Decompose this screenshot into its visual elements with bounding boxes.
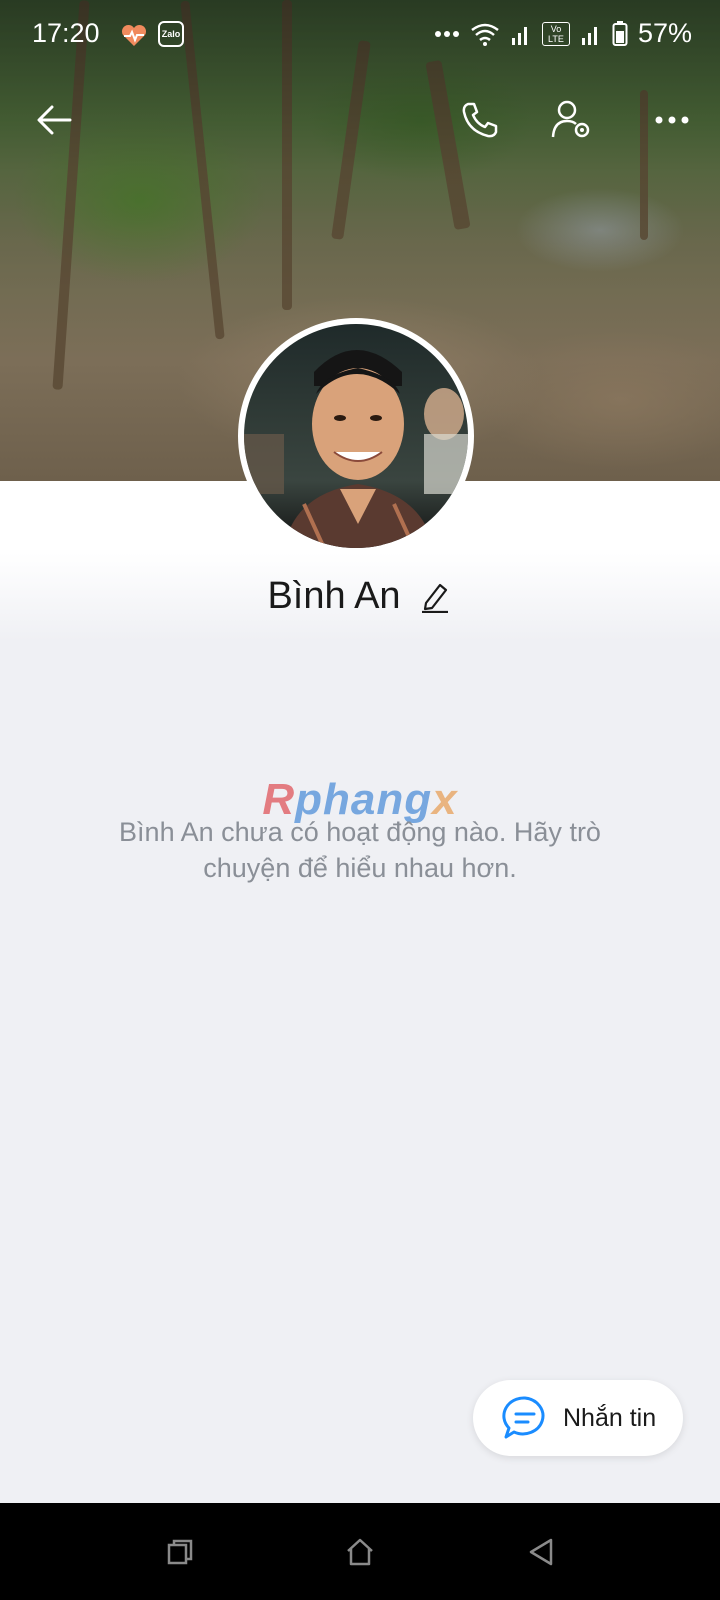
wifi-icon xyxy=(471,23,499,46)
battery-icon xyxy=(612,20,628,46)
signal-icon xyxy=(511,26,527,45)
send-message-label: Nhắn tin xyxy=(563,1403,657,1432)
cover-tree-trunk xyxy=(640,90,648,240)
avatar-photo xyxy=(244,324,468,548)
profile-name: Bình An xyxy=(267,575,401,617)
edit-name-button[interactable] xyxy=(417,579,453,615)
back-button[interactable] xyxy=(30,96,78,144)
call-button[interactable] xyxy=(456,96,504,144)
empty-activity-message: Bình An chưa có hoạt động nào. Hãy trò c… xyxy=(119,817,601,883)
more-options-button[interactable] xyxy=(648,96,696,144)
avatar[interactable] xyxy=(238,318,474,554)
pencil-icon xyxy=(421,583,448,613)
chat-bubble-icon xyxy=(502,1396,545,1439)
person-photo-icon xyxy=(244,350,468,548)
recents-icon xyxy=(167,1539,193,1565)
recents-button[interactable] xyxy=(155,1527,205,1577)
nav-back-button[interactable] xyxy=(516,1527,566,1577)
user-settings-icon xyxy=(551,100,590,138)
cover-tree-trunk xyxy=(425,59,471,231)
status-indicators: Vo LTE 57% xyxy=(434,18,692,49)
battery-level: 57% xyxy=(637,18,692,48)
arrow-left-icon xyxy=(37,105,72,135)
triangle-back-icon xyxy=(529,1538,553,1566)
status-time: 17:20 xyxy=(32,18,100,48)
home-icon xyxy=(347,1538,373,1566)
signal-icon-2 xyxy=(581,26,597,45)
heart-rate-icon xyxy=(121,24,147,46)
system-navigation-bar xyxy=(0,1503,720,1600)
status-bar: 17:20 Zalo Vo LTE 57% xyxy=(0,0,720,72)
volte-badge: Vo LTE xyxy=(541,21,570,46)
phone-icon xyxy=(462,102,498,138)
home-button[interactable] xyxy=(335,1527,385,1577)
send-message-button[interactable]: Nhắn tin xyxy=(473,1380,683,1456)
zalo-notification-icon: Zalo xyxy=(158,21,184,47)
profile-settings-button[interactable] xyxy=(548,96,596,144)
more-notifications-icon xyxy=(434,30,459,37)
more-horizontal-icon xyxy=(655,116,689,124)
profile-name-row: Bình An xyxy=(0,575,720,618)
